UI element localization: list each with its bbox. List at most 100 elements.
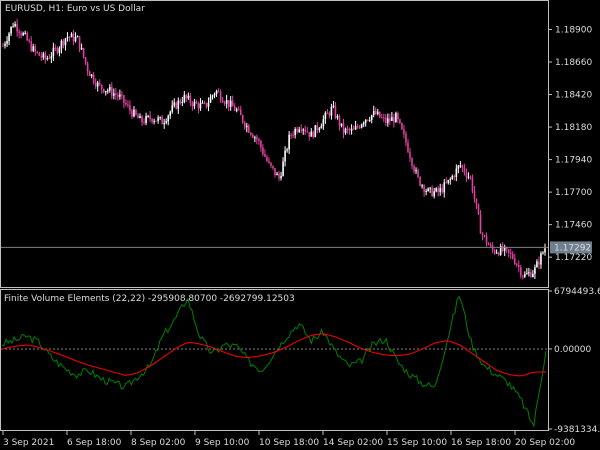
candle-body [441, 188, 444, 193]
candle-body [223, 102, 226, 104]
candle-body [24, 33, 26, 35]
candle-body [42, 53, 45, 58]
candle-body [211, 95, 214, 98]
candle-body [66, 36, 69, 39]
candle-body [113, 93, 115, 96]
indicator-axis: 6794493.67 0.00000 -9381334.8 [548, 287, 600, 435]
candle-body [119, 94, 121, 97]
candle-body [10, 26, 12, 34]
current-price-label: 1.17292 [554, 243, 591, 253]
candle-body [437, 188, 440, 193]
candle-body [522, 275, 524, 277]
candle-body [427, 188, 429, 191]
candle-body [284, 150, 286, 162]
time-tick-label: 20 Sep 02:00 [515, 438, 575, 448]
candle-series [2, 18, 546, 280]
candle-body [435, 188, 437, 192]
candle-body [38, 52, 41, 56]
candle-body [389, 118, 391, 121]
candle-body [544, 248, 546, 253]
time-axis: 3 Sep 2021 6 Sep 18:00 8 Sep 02:00 9 Sep 10… [2, 431, 575, 448]
candle-body [133, 109, 135, 117]
candle-body [451, 176, 454, 180]
candle-body [64, 38, 67, 46]
candle-body [387, 118, 389, 123]
candle-body [322, 119, 325, 127]
candle-body [296, 129, 298, 132]
candle-body [481, 233, 484, 236]
candle-body [534, 267, 536, 274]
price-tick-label: 1.17700 [555, 188, 592, 198]
candle-body [169, 111, 172, 116]
candle-body [129, 105, 131, 111]
price-axis: 1.18900 1.18660 1.18420 1.18180 1.17940 1.177… [548, 25, 592, 263]
candle-body [489, 245, 492, 247]
candle-body [282, 161, 284, 177]
candle-body [366, 119, 369, 121]
candle-body [153, 120, 155, 122]
candle-body [330, 106, 333, 116]
time-tick-label: 16 Sep 18:00 [451, 438, 511, 448]
candle-body [179, 100, 182, 103]
candle-body [111, 86, 113, 96]
time-tick-label: 8 Sep 02:00 [131, 438, 186, 448]
candle-body [423, 185, 425, 192]
candle-body [227, 100, 230, 107]
candle-body [372, 110, 375, 116]
candle-body [167, 115, 170, 122]
candle-body [391, 117, 393, 121]
candle-body [518, 265, 520, 268]
candle-body [368, 120, 371, 122]
candle-body [473, 191, 476, 199]
candle-body [229, 100, 232, 107]
candle-body [310, 131, 313, 137]
time-tick-label: 3 Sep 2021 [3, 438, 54, 448]
fve-line [1, 295, 547, 428]
candle-body [2, 45, 4, 47]
candle-body [332, 105, 335, 107]
candle-body [348, 129, 351, 131]
candle-body [278, 173, 280, 179]
candle-body [123, 95, 125, 103]
candle-body [457, 165, 460, 169]
candle-body [475, 198, 478, 205]
candle-body [465, 172, 468, 178]
candle-body [239, 109, 242, 116]
candle-body [76, 36, 79, 38]
candle-body [155, 120, 157, 122]
candle-body [463, 167, 466, 173]
candle-body [32, 46, 35, 51]
candle-body [356, 126, 359, 128]
candle-body [121, 94, 123, 96]
candle-body [213, 93, 216, 96]
candle-body [483, 235, 486, 237]
candle-body [399, 119, 401, 124]
candle-body [246, 125, 248, 128]
candle-body [80, 48, 83, 50]
candle-body [94, 82, 97, 87]
candle-body [187, 95, 190, 99]
candle-body [6, 40, 8, 44]
candle-body [34, 46, 37, 52]
candle-body [50, 56, 53, 59]
candle-body [290, 134, 292, 136]
candle-body [415, 170, 417, 172]
chart-canvas[interactable]: 1.18900 1.18660 1.18420 1.18180 1.17940 1.177… [0, 0, 600, 450]
candle-body [397, 113, 399, 120]
candle-body [108, 86, 111, 91]
candle-body [72, 33, 75, 42]
price-tick-label: 1.18660 [555, 58, 592, 68]
candle-body [393, 117, 395, 123]
candle-body [378, 111, 381, 118]
candle-body [336, 116, 339, 118]
candle-body [127, 104, 129, 106]
candle-body [264, 154, 266, 157]
candle-body [538, 261, 540, 265]
candle-body [376, 111, 379, 115]
time-tick-label: 15 Sep 10:00 [387, 438, 447, 448]
candle-body [139, 116, 141, 119]
candle-body [231, 100, 234, 107]
candle-body [165, 121, 168, 123]
candle-body [312, 131, 315, 138]
candle-body [151, 119, 153, 122]
